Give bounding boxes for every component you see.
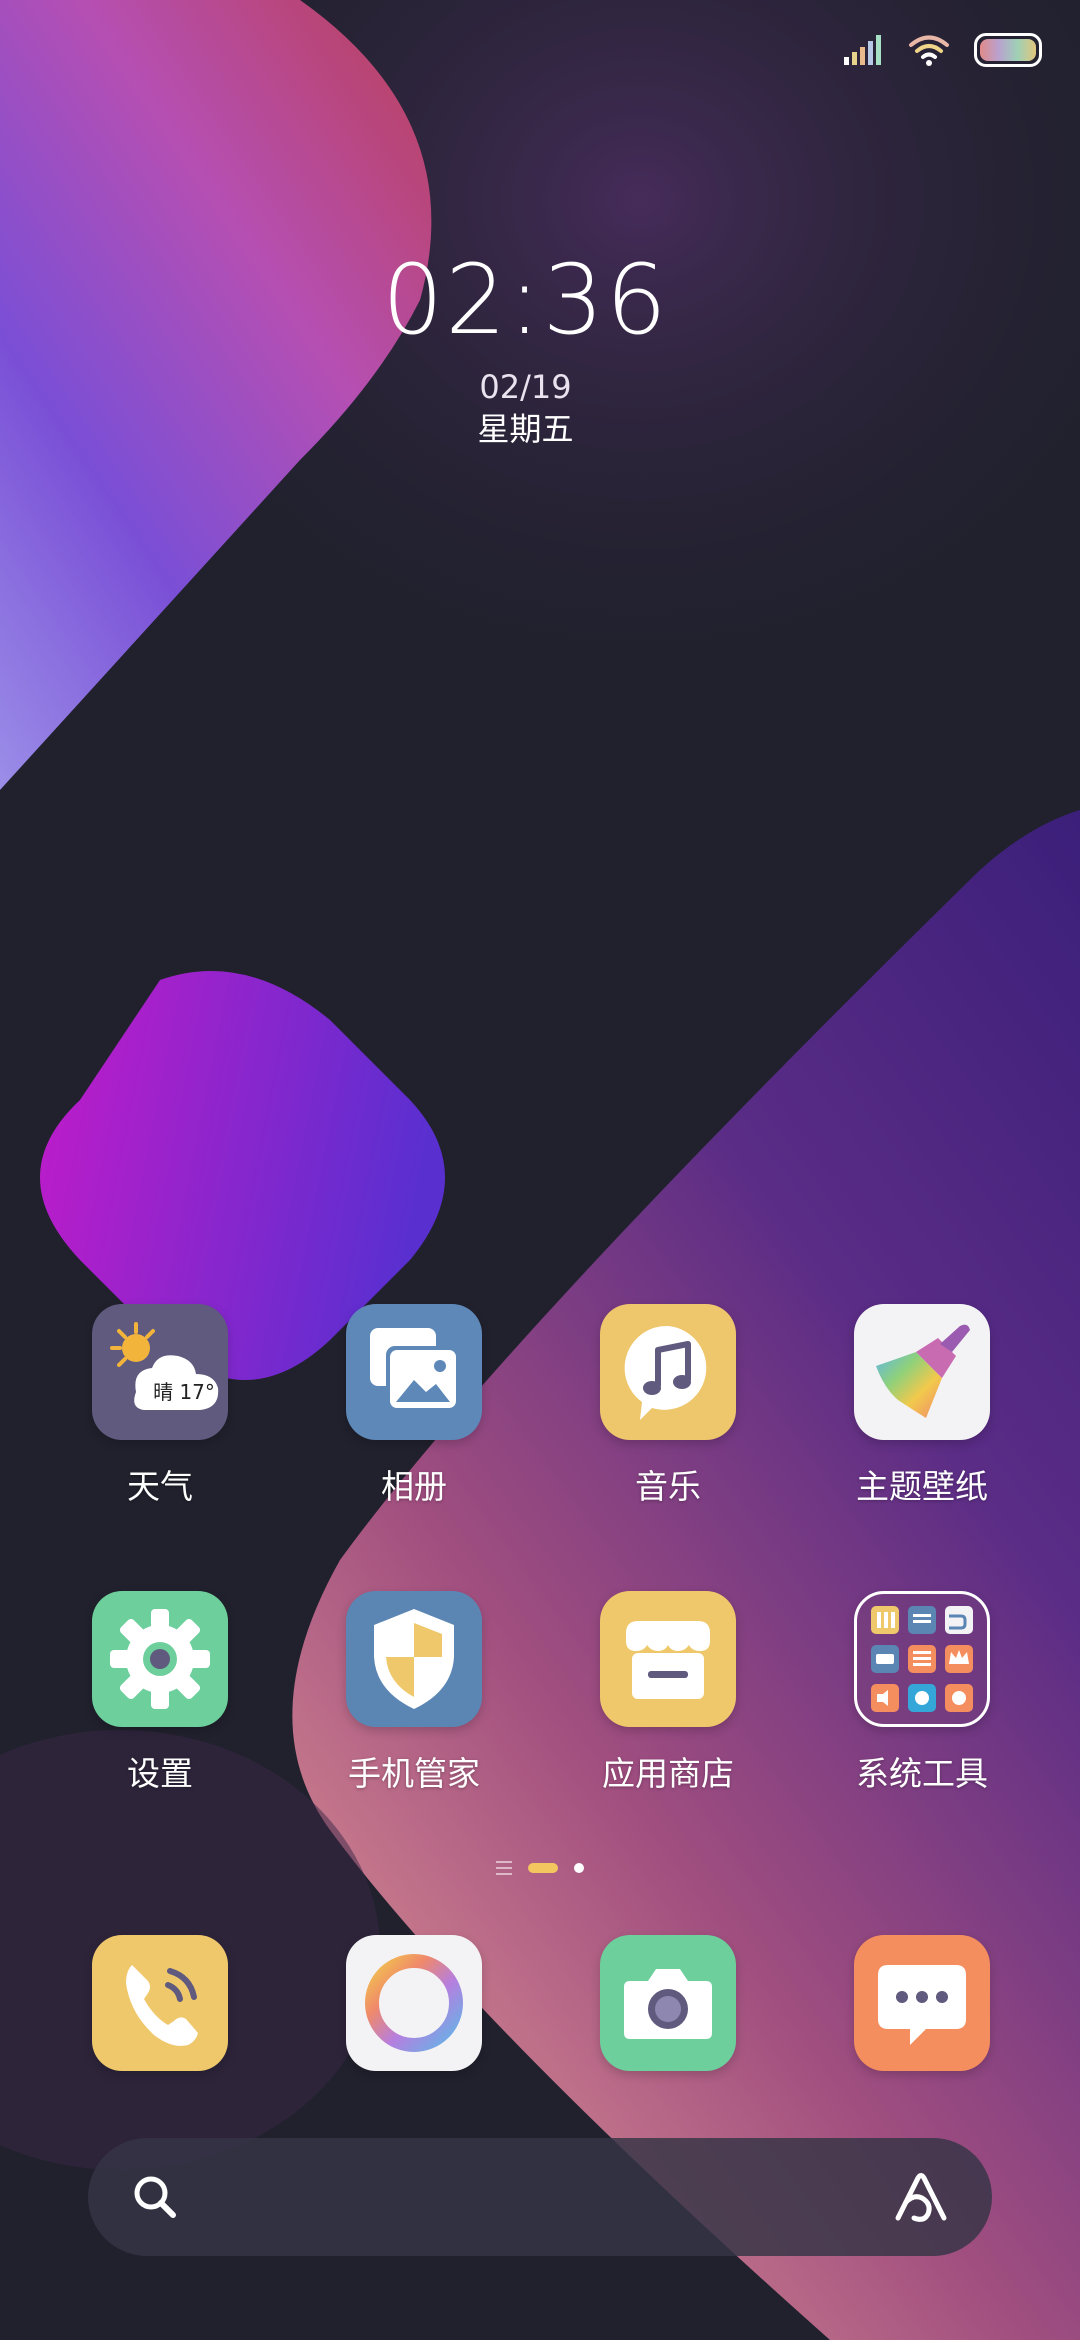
clock-widget[interactable]: 02:36 02/19 星期五	[0, 240, 1051, 450]
weather-condition-temp: 晴 17°	[153, 1380, 215, 1404]
assistant-icon[interactable]	[892, 2168, 950, 2226]
music-icon	[600, 1304, 736, 1440]
clock-time: 02:36	[382, 244, 669, 356]
folder-icon	[854, 1591, 990, 1727]
search-bar[interactable]	[88, 2138, 992, 2258]
search-input[interactable]	[198, 2138, 862, 2258]
weather-icon: 晴 17°	[92, 1304, 228, 1440]
messages-icon[interactable]	[854, 1935, 990, 2071]
app-gallery-label: 相册	[381, 1467, 447, 1506]
gallery-icon	[346, 1304, 482, 1440]
app-themes-label: 主题壁纸	[856, 1467, 988, 1506]
store-icon	[600, 1591, 736, 1727]
search-icon[interactable]	[130, 2172, 180, 2222]
battery-icon	[974, 33, 1042, 67]
clock-date: 02/19	[479, 368, 572, 406]
app-system-tools[interactable]: 系统工具	[795, 1591, 1049, 1795]
status-bar	[844, 28, 1042, 72]
phone-icon[interactable]	[92, 1935, 228, 2071]
app-weather-label: 天气	[127, 1467, 193, 1506]
camera-icon[interactable]	[600, 1935, 736, 2071]
clock-weekday: 星期五	[477, 410, 574, 448]
app-system-tools-label: 系统工具	[856, 1754, 988, 1793]
app-music[interactable]: 音乐	[541, 1304, 795, 1508]
app-gallery[interactable]: 相册	[287, 1304, 541, 1508]
page-indicator-list	[496, 1861, 512, 1875]
app-themes[interactable]: 主题壁纸	[795, 1304, 1049, 1508]
app-store[interactable]: 应用商店	[541, 1591, 795, 1795]
app-security[interactable]: 手机管家	[287, 1591, 541, 1795]
page-indicator-active	[528, 1863, 558, 1873]
shield-icon	[346, 1591, 482, 1727]
app-settings[interactable]: 设置	[33, 1591, 287, 1795]
app-weather[interactable]: 晴 17° 天气	[33, 1304, 287, 1508]
app-store-label: 应用商店	[602, 1754, 734, 1793]
paintbrush-icon	[854, 1304, 990, 1440]
app-settings-label: 设置	[127, 1754, 193, 1793]
app-music-label: 音乐	[635, 1467, 701, 1506]
app-security-label: 手机管家	[348, 1754, 480, 1793]
wifi-icon	[909, 35, 949, 66]
page-indicator-dot	[574, 1863, 584, 1873]
browser-icon[interactable]	[346, 1935, 482, 2071]
gear-icon	[92, 1591, 228, 1727]
signal-icon	[844, 35, 881, 65]
page-indicator[interactable]	[0, 1856, 1080, 1880]
